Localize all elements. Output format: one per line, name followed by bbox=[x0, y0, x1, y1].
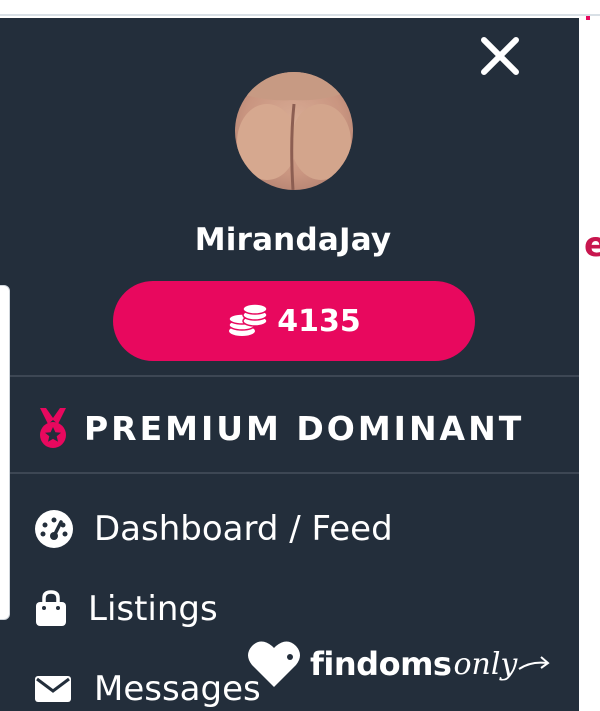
background-accent-mark bbox=[586, 16, 590, 20]
heart-tag-logo-icon bbox=[248, 641, 300, 687]
background-card-edge bbox=[0, 285, 10, 620]
watermark-brand-text: findoms bbox=[310, 645, 452, 683]
divider bbox=[0, 472, 579, 474]
menu-item-listings[interactable]: Listings bbox=[34, 584, 218, 634]
close-button[interactable] bbox=[474, 30, 526, 82]
username: MirandaJay bbox=[194, 222, 392, 258]
token-balance-button[interactable]: 4135 bbox=[113, 281, 475, 361]
rank-label: PREMIUM DOMINANT bbox=[84, 408, 525, 448]
menu-item-label: Dashboard / Feed bbox=[94, 509, 393, 549]
background-partial-text: e bbox=[584, 225, 600, 265]
background-header bbox=[0, 0, 600, 16]
watermark-script-text: only bbox=[453, 646, 518, 682]
coins-icon bbox=[228, 303, 268, 336]
dashboard-gauge-icon bbox=[35, 510, 73, 548]
menu-item-dashboard[interactable]: Dashboard / Feed bbox=[34, 504, 393, 554]
menu-item-label: Listings bbox=[88, 589, 218, 629]
menu-item-messages[interactable]: Messages bbox=[34, 664, 261, 711]
side-drawer: MirandaJay 4135 PREMIUM DOMINANT Dashboa… bbox=[0, 18, 579, 711]
close-icon bbox=[481, 37, 519, 75]
envelope-icon bbox=[35, 676, 71, 702]
brand-watermark: findoms only bbox=[246, 628, 551, 700]
rank-badge: PREMIUM DOMINANT bbox=[34, 403, 524, 453]
avatar[interactable] bbox=[235, 72, 353, 190]
medal-icon bbox=[40, 408, 66, 448]
shopping-bag-icon bbox=[36, 590, 66, 626]
menu-item-label: Messages bbox=[94, 669, 261, 709]
token-balance-value: 4135 bbox=[277, 303, 361, 339]
divider bbox=[0, 375, 579, 377]
arrow-flourish-icon bbox=[518, 656, 551, 670]
avatar-image bbox=[235, 72, 353, 190]
